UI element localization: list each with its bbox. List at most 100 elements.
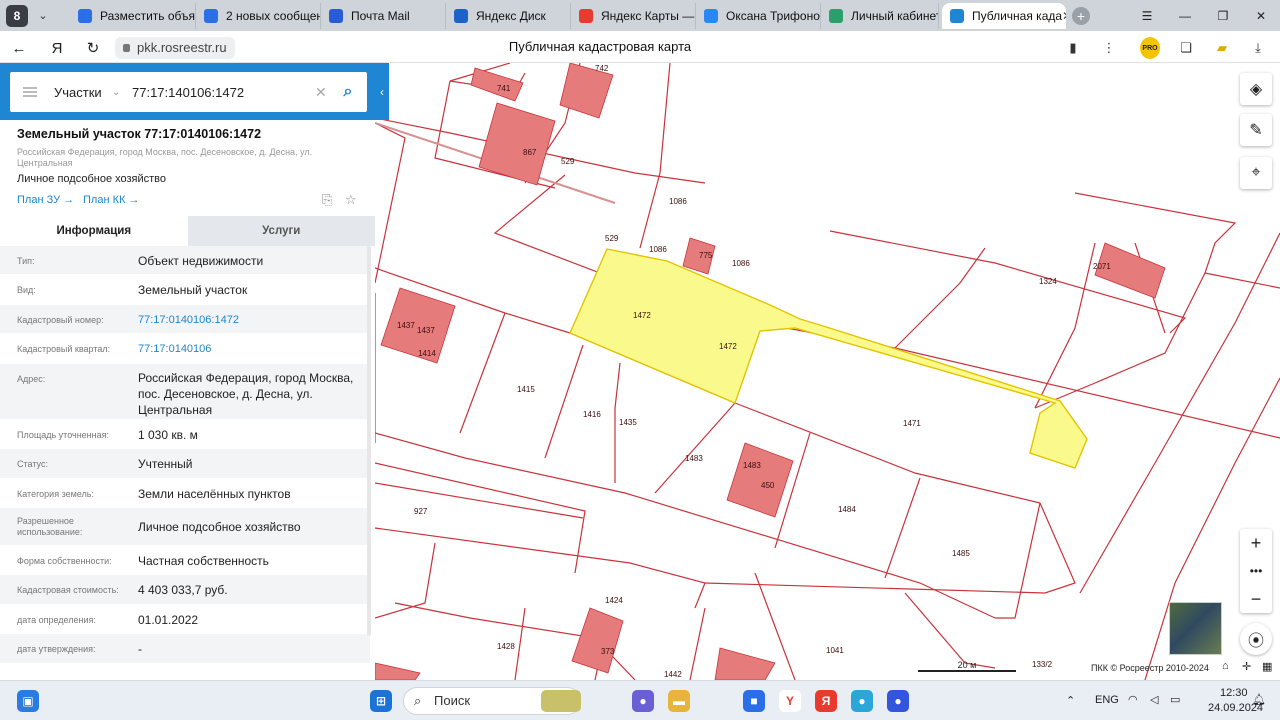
wifi-icon[interactable]: ◠	[1128, 693, 1138, 706]
zoom-in-icon[interactable]: +	[1240, 529, 1272, 557]
address-bar: ← Я ↻ pkk.rosreestr.ru Публичная кадастр…	[0, 31, 1280, 63]
downloads-folder-icon[interactable]: ▰	[1212, 37, 1232, 59]
search-header: Участки ⌄ 77:17:140106:1472 ✕ ⌕	[0, 63, 375, 120]
search-type-select[interactable]: Участки	[54, 85, 112, 100]
scale-label: 20 м	[957, 660, 977, 670]
browser-tab[interactable]: Яндекс Диск	[446, 3, 571, 29]
taskbar-widget-image[interactable]	[541, 690, 581, 712]
selected-parcel-1472[interactable]	[569, 248, 1088, 469]
browser-tab[interactable]: Почта Mail	[321, 3, 446, 29]
map-label: 1324	[1039, 277, 1057, 286]
task-view-icon[interactable]: ▣	[17, 690, 39, 712]
new-tab-plus-icon[interactable]: +	[1072, 7, 1090, 25]
search-icon: ⌕	[414, 693, 422, 708]
search-box: Участки ⌄ 77:17:140106:1472 ✕ ⌕	[10, 72, 367, 112]
map-label: 741	[497, 84, 511, 93]
row-value: 01.01.2022	[138, 613, 199, 627]
browser-tab-active[interactable]: Публичная када ✕	[942, 3, 1066, 29]
yandex-badge[interactable]: 8	[6, 4, 28, 27]
browser-tab[interactable]: 2 новых сообщен	[196, 3, 321, 29]
map-label: 1086	[732, 259, 750, 268]
messenger-icon[interactable]: ●	[851, 690, 873, 712]
browser-tab[interactable]: Яндекс Карты —	[571, 3, 696, 29]
app-icon[interactable]: ●	[887, 690, 909, 712]
clear-search-icon[interactable]: ✕	[315, 84, 335, 101]
bookmark-icon[interactable]: ▮	[1064, 37, 1082, 59]
pro-badge[interactable]: PRO	[1140, 37, 1160, 59]
cadastral-number-link[interactable]: 77:17:0140106:1472	[138, 312, 363, 328]
panel-scrollbar[interactable]	[367, 246, 371, 636]
satellite-minimap[interactable]	[1169, 602, 1222, 655]
search-input[interactable]: 77:17:140106:1472	[132, 85, 315, 100]
browser-tab[interactable]: Разместить объя	[70, 3, 196, 29]
collections-icon[interactable]: ❏	[1176, 37, 1196, 59]
chevron-down-icon[interactable]: ⌄	[112, 87, 130, 98]
plan-zu-label: План ЗУ	[17, 194, 61, 206]
ruler-icon[interactable]: ✎	[1240, 114, 1272, 146]
tray-chevron-up-icon[interactable]: ⌃	[1066, 694, 1075, 707]
window-menu-icon[interactable]: ☰	[1128, 0, 1166, 31]
browser-tab[interactable]: Оксана Трифонов	[696, 3, 821, 29]
map-label: 742	[595, 64, 609, 73]
tab-label: Личный кабинет	[851, 9, 939, 23]
row-key: Разрешенное использование:	[17, 516, 83, 537]
row-value: 4 403 033,7 руб.	[138, 583, 228, 597]
zoom-control: + ••• −	[1240, 529, 1272, 613]
locate-icon[interactable]: ⌖	[1240, 157, 1272, 189]
cadastral-quarter-link[interactable]: 77:17:0140106	[138, 341, 363, 357]
battery-icon[interactable]: ▭	[1170, 693, 1180, 706]
volume-icon[interactable]: ◁	[1150, 693, 1158, 706]
crosshair-icon[interactable]: ✛	[1242, 660, 1251, 673]
menu-burger-icon[interactable]	[23, 87, 37, 97]
yandex-browser-icon[interactable]: Y	[779, 690, 801, 712]
tab-label: Публичная када	[972, 9, 1063, 23]
tab-information[interactable]: Информация	[0, 216, 188, 246]
home-icon[interactable]: ⌂	[1222, 660, 1229, 672]
browser-tab[interactable]: Личный кабинет	[821, 3, 939, 29]
row-value: Земли населённых пунктов	[138, 487, 291, 501]
grid-icon[interactable]: ▦	[1262, 660, 1272, 673]
language-indicator[interactable]: ENG	[1095, 694, 1119, 706]
row-key: Категория земель:	[17, 489, 94, 499]
star-icon[interactable]: ☆	[345, 192, 357, 208]
more-options-icon[interactable]: ⋮	[1100, 37, 1118, 59]
collapse-panel-chevron-left-icon[interactable]: ‹	[375, 63, 389, 120]
map-label: 927	[414, 507, 428, 516]
tab-label: Оксана Трифонов	[726, 9, 821, 23]
tabs-menu-chevron-icon[interactable]: ⌄	[32, 5, 54, 27]
plan-kk-link[interactable]: План КК →	[83, 194, 139, 206]
minimize-icon[interactable]: —	[1166, 0, 1204, 31]
search-doc-icon[interactable]: ⎘	[322, 192, 332, 208]
download-icon[interactable]: ⤓	[1248, 37, 1268, 59]
close-window-icon[interactable]: ✕	[1242, 0, 1280, 31]
plan-kk-label: План КК	[83, 194, 126, 206]
row-key: Статус:	[17, 459, 48, 469]
cadastral-map[interactable]: 741 742 867 529 529 1086 1086 1086 775 2…	[375, 63, 1280, 680]
yandex-icon[interactable]: Я	[815, 690, 837, 712]
map-label: 1483	[685, 454, 703, 463]
layers-icon[interactable]: ◈	[1240, 73, 1272, 105]
store-icon[interactable]: ■	[743, 690, 765, 712]
zoom-more-icon[interactable]: •••	[1240, 557, 1272, 585]
browser-tab-bar: 8 ⌄ Разместить объя 2 новых сообщен Почт…	[0, 0, 1280, 31]
zoom-out-icon[interactable]: −	[1240, 585, 1272, 613]
info-tabs: Информация Услуги	[0, 216, 375, 246]
clock-time[interactable]: 12:30	[1220, 687, 1248, 699]
chat-app-icon[interactable]: ●	[632, 690, 654, 712]
tab-close-icon[interactable]: ✕	[1062, 9, 1066, 23]
row-key: Площадь уточненная:	[17, 430, 109, 440]
windows-taskbar: ▣ ⊞ ⌕ Поиск ● ▬ ■ Y Я ● ● ⌃ ENG ◠ ◁ ▭ 12…	[0, 680, 1280, 720]
search-icon[interactable]: ⌕	[335, 79, 361, 105]
map-label: 133/2	[1032, 660, 1053, 669]
compass-icon[interactable]: ⦿	[1240, 623, 1272, 655]
windows-start-icon[interactable]: ⊞	[370, 690, 392, 712]
notifications-bell-icon[interactable]: 🔔︎	[1252, 693, 1266, 706]
restore-icon[interactable]: ❐	[1204, 0, 1242, 31]
map-label: 373	[601, 647, 615, 656]
table-row: Кадастровый квартал: 77:17:0140106	[0, 334, 370, 364]
buildings	[375, 63, 1166, 680]
tab-services[interactable]: Услуги	[187, 216, 375, 246]
tab-label: Яндекс Диск	[476, 9, 546, 23]
file-explorer-icon[interactable]: ▬	[668, 690, 690, 712]
plan-zu-link[interactable]: План ЗУ →	[17, 194, 74, 206]
